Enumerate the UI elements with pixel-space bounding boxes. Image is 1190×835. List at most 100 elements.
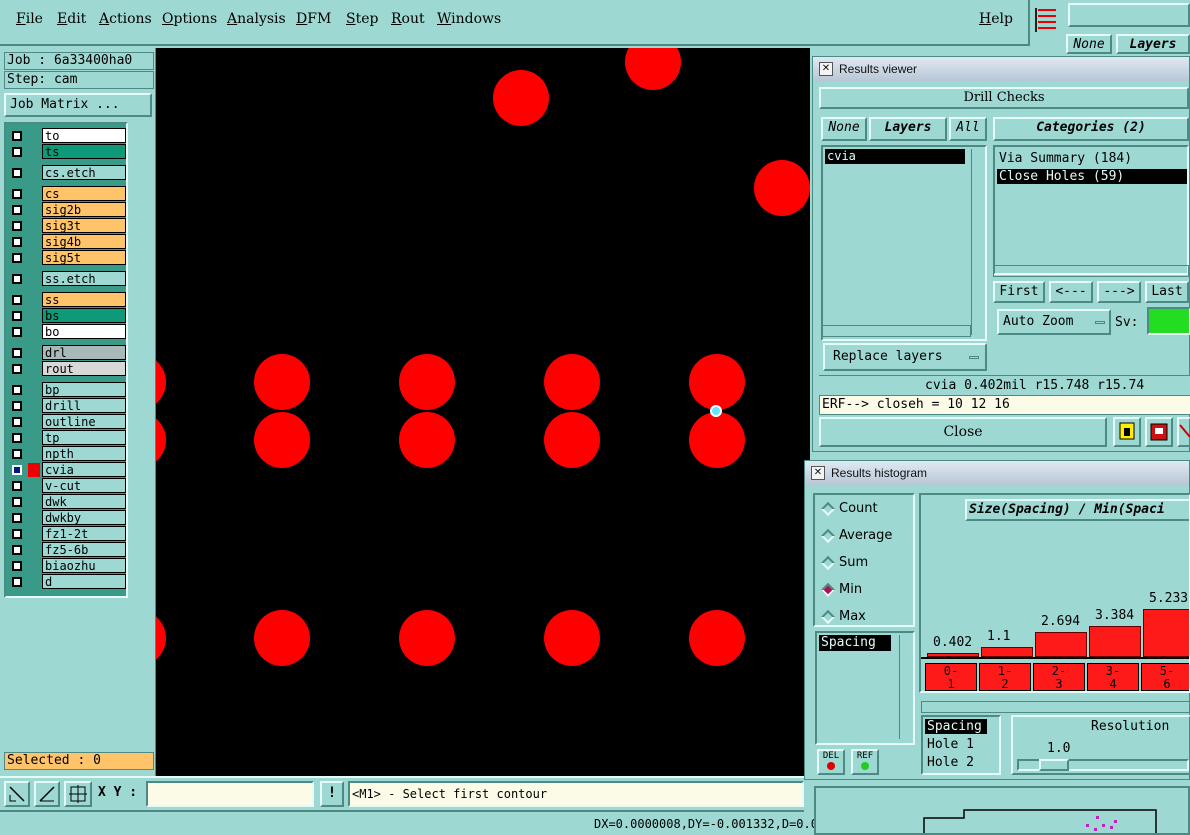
layer-row-d[interactable]: d <box>8 574 126 590</box>
layer-checkbox[interactable] <box>12 327 22 337</box>
layer-name[interactable]: sig4b <box>42 234 126 249</box>
item-list-scrollbar[interactable] <box>899 635 911 739</box>
layer-checkbox[interactable] <box>12 577 22 587</box>
first-button[interactable]: First <box>993 281 1045 303</box>
layer-name[interactable]: sig5t <box>42 250 126 265</box>
layer-name[interactable]: dwkby <box>42 510 126 525</box>
layer-name[interactable]: rout <box>42 361 126 376</box>
layer-checkbox[interactable] <box>12 465 22 475</box>
job-matrix-button[interactable]: Job Matrix ... <box>4 93 152 117</box>
menu-step[interactable]: Step <box>346 11 378 27</box>
layer-name[interactable]: to <box>42 128 126 143</box>
layer-checkbox[interactable] <box>12 364 22 374</box>
mode-radio-count[interactable] <box>820 501 836 517</box>
layer-row-outline[interactable]: outline <box>8 414 126 430</box>
mode-radio-sum[interactable] <box>820 555 836 571</box>
layer-row-fz5-6b[interactable]: fz5-6b <box>8 542 126 558</box>
layer-checkbox[interactable] <box>12 274 22 284</box>
mode-radio-average[interactable] <box>820 528 836 544</box>
list-item[interactable]: Spacing <box>819 635 891 651</box>
layer-row-biaozhu[interactable]: biaozhu <box>8 558 126 574</box>
layer-checkbox[interactable] <box>12 481 22 491</box>
list-item[interactable]: cvia <box>825 149 965 164</box>
ref-button[interactable]: REF <box>851 749 879 775</box>
list-item[interactable]: Close Holes (59) <box>997 169 1187 184</box>
layer-checkbox[interactable] <box>12 168 22 178</box>
window-close-icon[interactable]: ✕ <box>811 466 825 480</box>
menu-analysis[interactable]: Analysis <box>227 11 286 27</box>
layer-name[interactable]: cs <box>42 186 126 201</box>
histogram-bin[interactable]: 5- 6 <box>1141 663 1189 691</box>
graphics-canvas[interactable] <box>156 48 810 776</box>
layer-name[interactable]: fz5-6b <box>42 542 126 557</box>
layer-checkbox[interactable] <box>12 131 22 141</box>
layer-checkbox[interactable] <box>12 433 22 443</box>
layer-row-sig2b[interactable]: sig2b <box>8 202 126 218</box>
results-layer-list[interactable]: cvia <box>821 145 987 341</box>
layer-name[interactable]: biaozhu <box>42 558 126 573</box>
layer-checkbox[interactable] <box>12 385 22 395</box>
layer-row-v-cut[interactable]: v-cut <box>8 478 126 494</box>
layer-row-drl[interactable]: drl <box>8 345 126 361</box>
layer-name[interactable]: cs.etch <box>42 165 126 180</box>
layer-row-cs[interactable]: cs <box>8 186 126 202</box>
layer-row-bp[interactable]: bp <box>8 382 126 398</box>
histogram-bar[interactable] <box>927 653 979 657</box>
menu-edit[interactable]: Edit <box>57 11 86 27</box>
layers-button-top[interactable]: Layers <box>1116 34 1190 54</box>
list-item[interactable]: Hole 2 <box>925 755 987 770</box>
resolution-slider[interactable] <box>1017 759 1189 771</box>
replace-layers-dropdown[interactable]: Replace layers <box>823 343 987 371</box>
layer-checkbox[interactable] <box>12 545 22 555</box>
menu-windows[interactable]: Windows <box>437 11 501 27</box>
histogram-bin[interactable]: 2- 3 <box>1033 663 1085 691</box>
layer-row-ss.etch[interactable]: ss.etch <box>8 271 126 287</box>
layer-name[interactable]: fz1-2t <box>42 526 126 541</box>
layer-row-fz1-2t[interactable]: fz1-2t <box>8 526 126 542</box>
layer-name[interactable]: npth <box>42 446 126 461</box>
layer-name[interactable]: drl <box>42 345 126 360</box>
histogram-bar[interactable] <box>981 647 1033 657</box>
layer-checkbox[interactable] <box>12 417 22 427</box>
menu-rout[interactable]: Rout <box>391 11 425 27</box>
grid-snap-icon[interactable] <box>64 781 92 807</box>
window-close-icon[interactable]: ✕ <box>819 62 833 76</box>
layer-name[interactable]: bs <box>42 308 126 323</box>
menu-dfm[interactable]: DFM <box>296 11 331 27</box>
menu-help[interactable]: Help <box>979 11 1013 27</box>
layer-checkbox[interactable] <box>12 189 22 199</box>
layer-name[interactable]: v-cut <box>42 478 126 493</box>
histogram-bar[interactable] <box>1089 626 1141 657</box>
layer-row-sig5t[interactable]: sig5t <box>8 250 126 266</box>
layer-list-scrollbar[interactable] <box>971 149 983 335</box>
layer-checkbox[interactable] <box>12 147 22 157</box>
layers-button[interactable]: Layers <box>869 117 947 141</box>
none-button-top[interactable]: None <box>1066 34 1112 54</box>
layer-name[interactable]: bp <box>42 382 126 397</box>
alert-icon[interactable]: ! <box>320 781 344 807</box>
layer-name[interactable]: ts <box>42 144 126 159</box>
layer-row-rout[interactable]: rout <box>8 361 126 377</box>
none-button[interactable]: None <box>821 117 867 141</box>
layer-row-sig4b[interactable]: sig4b <box>8 234 126 250</box>
layer-row-to[interactable]: to <box>8 128 126 144</box>
layer-checkbox[interactable] <box>12 237 22 247</box>
histogram-bin[interactable]: 0- 1 <box>925 663 977 691</box>
layer-name[interactable]: ss <box>42 292 126 307</box>
layer-checkbox[interactable] <box>12 348 22 358</box>
layer-row-bo[interactable]: bo <box>8 324 126 340</box>
list-item[interactable]: Spacing <box>925 719 987 734</box>
histogram-hscroll[interactable] <box>921 701 1190 713</box>
snapshot-icon[interactable] <box>1145 417 1173 447</box>
next-button[interactable]: ---> <box>1097 281 1141 303</box>
del-button[interactable]: DEL <box>817 749 845 775</box>
layer-checkbox[interactable] <box>12 449 22 459</box>
layer-checkbox[interactable] <box>12 529 22 539</box>
layer-checkbox[interactable] <box>12 497 22 507</box>
auto-zoom-dropdown[interactable]: Auto Zoom <box>997 309 1111 335</box>
histogram-sub-list[interactable]: Spacing Hole 1 Hole 2 <box>921 715 1001 775</box>
histogram-item-list[interactable]: Spacing <box>815 631 915 745</box>
layer-row-cvia[interactable]: cvia <box>8 462 126 478</box>
resolution-slider-handle[interactable] <box>1039 759 1069 771</box>
sv-color-swatch[interactable] <box>1147 307 1190 335</box>
